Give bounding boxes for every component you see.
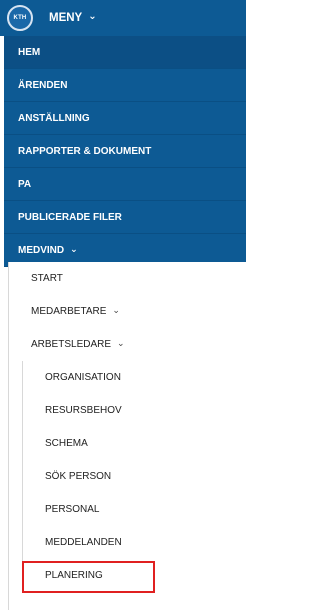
submenu-item-meddelanden[interactable]: MEDDELANDEN	[23, 526, 247, 559]
nav-item-pa[interactable]: PA	[4, 168, 246, 201]
top-bar: KTH MENY ⌄	[0, 0, 246, 36]
nav-item-hem[interactable]: HEM	[4, 36, 246, 69]
nav-item-label: MEDVIND	[18, 244, 65, 256]
highlight-box	[22, 561, 155, 593]
kth-logo: KTH	[7, 5, 33, 31]
chevron-down-icon: ⌄	[88, 11, 97, 22]
nav-item-arenden[interactable]: ÄRENDEN	[4, 69, 246, 102]
menu-label: MENY	[49, 12, 83, 24]
menu-toggle-button[interactable]: MENY ⌄	[49, 11, 97, 25]
submenu-item-label: SÖK PERSON	[45, 471, 112, 482]
submenu-item-label: MEDARBETARE	[31, 306, 107, 317]
submenu-item-schema[interactable]: SCHEMA	[23, 427, 247, 460]
submenu-item-arbetsledare[interactable]: ARBETSLEDARE ⌄	[9, 328, 247, 361]
nav-item-label: RAPPORTER & DOKUMENT	[18, 145, 152, 157]
submenu-item-label: MEDDELANDEN	[45, 537, 122, 548]
submenu-item-organisation[interactable]: ORGANISATION	[23, 361, 247, 394]
app-frame: KTH MENY ⌄ HEM ÄRENDEN ANSTÄLLNING RAPPO…	[0, 0, 254, 612]
chevron-down-icon: ⌄	[112, 305, 120, 315]
submenu-item-resursbehov[interactable]: RESURSBEHOV	[23, 394, 247, 427]
submenu-item-label: PERSONAL	[45, 504, 100, 515]
nav-item-label: ÄRENDEN	[18, 79, 68, 91]
nav-item-publicerade-filer[interactable]: PUBLICERADE FILER	[4, 201, 246, 234]
nav-item-anstallning[interactable]: ANSTÄLLNING	[4, 102, 246, 135]
chevron-down-icon: ⌄	[117, 338, 125, 348]
nav-item-rapporter-dokument[interactable]: RAPPORTER & DOKUMENT	[4, 135, 246, 168]
nav-item-label: PUBLICERADE FILER	[18, 211, 122, 223]
nav-item-label: ANSTÄLLNING	[18, 112, 90, 124]
medvind-submenu: START MEDARBETARE ⌄ ARBETSLEDARE ⌄ ORGAN…	[8, 262, 247, 610]
submenu-item-medarbetare[interactable]: MEDARBETARE ⌄	[9, 295, 247, 328]
submenu-item-label: START	[31, 273, 63, 284]
submenu-item-label: SCHEMA	[45, 438, 88, 449]
submenu-item-sok-person[interactable]: SÖK PERSON	[23, 460, 247, 493]
arbetsledare-submenu: ORGANISATION RESURSBEHOV SCHEMA SÖK PERS…	[22, 361, 247, 592]
nav-item-label: PA	[18, 178, 32, 190]
nav-item-label: HEM	[18, 46, 41, 58]
submenu-item-label: RESURSBEHOV	[45, 405, 122, 416]
submenu-item-label: ARBETSLEDARE	[31, 339, 112, 350]
submenu-item-label: ORGANISATION	[45, 372, 121, 383]
chevron-down-icon: ⌄	[70, 243, 78, 254]
logo-text: KTH	[13, 15, 27, 21]
main-nav: HEM ÄRENDEN ANSTÄLLNING RAPPORTER & DOKU…	[4, 36, 246, 267]
submenu-item-start[interactable]: START	[9, 262, 247, 295]
submenu-item-personal[interactable]: PERSONAL	[23, 493, 247, 526]
